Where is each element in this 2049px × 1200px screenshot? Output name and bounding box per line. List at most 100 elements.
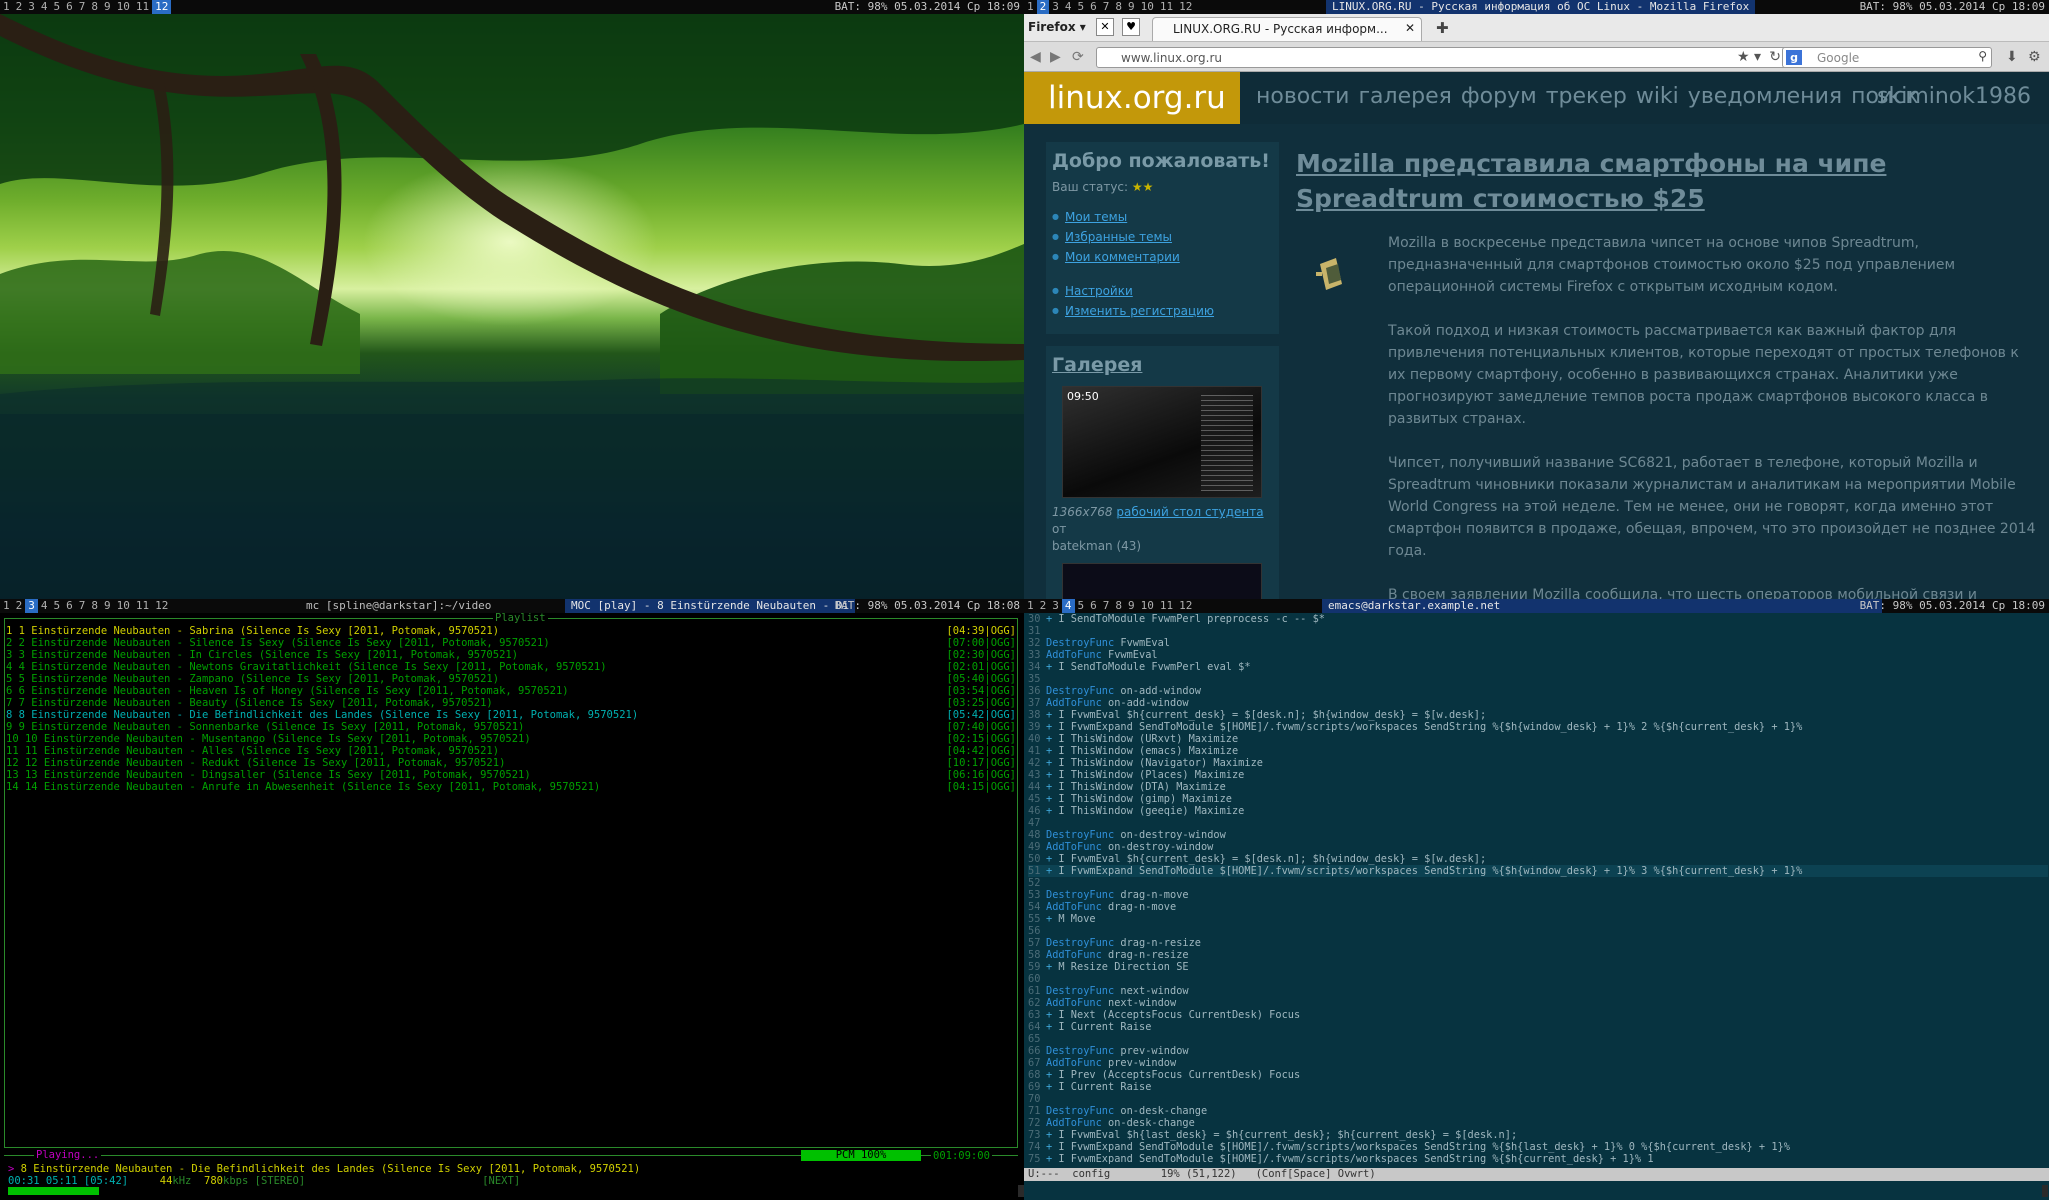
workspace-5[interactable]: 5 (1075, 0, 1088, 14)
playback-progress-bar[interactable] (8, 1187, 99, 1195)
workspace-12[interactable]: 12 (1176, 599, 1195, 613)
site-menu-item[interactable]: wiki (1636, 84, 1679, 109)
playlist-row[interactable]: 4 4 Einstürzende Neubauten - Newtons Gra… (6, 661, 1016, 673)
workspace-3[interactable]: 3 (25, 0, 38, 14)
playlist-row[interactable]: 12 12 Einstürzende Neubauten - Redukt (S… (6, 757, 1016, 769)
workspace-6[interactable]: 6 (1087, 0, 1100, 14)
workspace-7[interactable]: 7 (76, 599, 89, 613)
workspace-6[interactable]: 6 (63, 599, 76, 613)
playlist-row[interactable]: 6 6 Einstürzende Neubauten - Heaven Is o… (6, 685, 1016, 697)
workspace-12[interactable]: 12 (152, 0, 172, 14)
playlist-row[interactable]: 8 8 Einstürzende Neubauten - Die Befindl… (6, 709, 1016, 721)
gallery-title[interactable]: Галерея (1052, 354, 1273, 376)
workspace-9[interactable]: 9 (101, 0, 114, 14)
article-title[interactable]: Mozilla представила смартфоны на чипе Sp… (1296, 146, 2036, 216)
workspace-8[interactable]: 8 (88, 0, 101, 14)
reload-icon[interactable]: ⟳ (1072, 49, 1084, 65)
workspace-2[interactable]: 2 (1037, 599, 1050, 613)
workspace-5[interactable]: 5 (51, 0, 64, 14)
workspace-7[interactable]: 7 (1100, 599, 1113, 613)
playlist-row[interactable]: 13 13 Einstürzende Neubauten - Dingsalle… (6, 769, 1016, 781)
workspace-1[interactable]: 1 (0, 0, 13, 14)
workspace-3[interactable]: 3 (25, 599, 38, 613)
workspace-2[interactable]: 2 (1036, 0, 1050, 14)
download-arrow-icon[interactable]: ⬇ (2006, 49, 2018, 65)
google-engine-icon[interactable]: g (1786, 50, 1802, 65)
gallery-thumbnail[interactable]: 09:50 (1062, 386, 1262, 498)
sidebar-link[interactable]: Изменить регистрацию (1065, 304, 1214, 318)
gallery-thumbnail[interactable] (1062, 563, 1262, 599)
workspace-1[interactable]: 1 (0, 599, 13, 613)
workspace-3[interactable]: 3 (1049, 599, 1062, 613)
workspace-8[interactable]: 8 (88, 599, 101, 613)
workspace-4[interactable]: 4 (1061, 599, 1075, 613)
workspace-2[interactable]: 2 (13, 0, 26, 14)
pinned-tab-icon[interactable]: ✕ (1096, 18, 1114, 36)
workspace-10[interactable]: 10 (114, 0, 133, 14)
workspace-11[interactable]: 11 (1157, 0, 1176, 14)
workspace-10[interactable]: 10 (114, 599, 133, 613)
workspace-5[interactable]: 5 (1075, 599, 1088, 613)
window-title[interactable]: mc [spline@darkstar]:~/video (306, 599, 491, 613)
playlist-row[interactable]: 14 14 Einstürzende Neubauten - Anrufe in… (6, 781, 1016, 793)
sidebar-link[interactable]: Настройки (1065, 284, 1133, 298)
workspace-8[interactable]: 8 (1112, 599, 1125, 613)
workspace-12[interactable]: 12 (1176, 0, 1195, 14)
sidebar-link[interactable]: Избранные темы (1065, 230, 1172, 244)
workspace-7[interactable]: 7 (76, 0, 89, 14)
workspace-11[interactable]: 11 (1157, 599, 1176, 613)
workspace-5[interactable]: 5 (51, 599, 64, 613)
firefox-menu-button[interactable]: Firefox ▾ (1028, 20, 1086, 34)
back-arrow-icon[interactable]: ◀ (1030, 49, 1041, 65)
pinned-tab-icon[interactable]: ♥ (1122, 18, 1140, 36)
tab-linux-org-ru[interactable]: LINUX.ORG.RU - Русская информ... ✕ (1152, 17, 1422, 41)
sidebar-link[interactable]: Мои темы (1065, 210, 1127, 224)
workspace-7[interactable]: 7 (1100, 0, 1113, 14)
gallery-link[interactable]: рабочий стол студента (1116, 505, 1263, 519)
workspace-4[interactable]: 4 (38, 0, 51, 14)
workspace-8[interactable]: 8 (1112, 0, 1125, 14)
sidebar-link[interactable]: Мои комментарии (1065, 250, 1180, 264)
playlist-row[interactable]: 3 3 Einstürzende Neubauten - In Circles … (6, 649, 1016, 661)
search-icon[interactable]: ⚲ (1978, 49, 1987, 63)
workspace-12[interactable]: 12 (152, 599, 171, 613)
workspace-10[interactable]: 10 (1138, 0, 1157, 14)
bookmark-star-icon[interactable]: ★ ▾ (1737, 49, 1761, 65)
url-bar[interactable]: www.linux.org.ru ★ ▾ ↻ (1096, 47, 1790, 68)
workspace-4[interactable]: 4 (1062, 0, 1075, 14)
site-menu-item[interactable]: трекер (1546, 84, 1627, 109)
window-title[interactable]: emacs@darkstar.example.net (1322, 599, 1882, 613)
playlist-row[interactable]: 10 10 Einstürzende Neubauten - Musentang… (6, 733, 1016, 745)
addon-icon[interactable]: ⚙ (2028, 49, 2041, 65)
workspace-1[interactable]: 1 (1024, 0, 1037, 14)
playlist-row[interactable]: 11 11 Einstürzende Neubauten - Alles (Si… (6, 745, 1016, 757)
workspace-3[interactable]: 3 (1049, 0, 1062, 14)
site-logo[interactable]: linux.org.ru (1024, 72, 1240, 124)
playlist-row[interactable]: 1 1 Einstürzende Neubauten - Sabrina (Si… (6, 625, 1016, 637)
workspace-11[interactable]: 11 (133, 599, 152, 613)
workspace-11[interactable]: 11 (133, 0, 152, 14)
close-tab-icon[interactable]: ✕ (1405, 21, 1415, 35)
refresh-icon[interactable]: ↻ (1769, 49, 1781, 65)
workspace-9[interactable]: 9 (101, 599, 114, 613)
site-menu-item[interactable]: форум (1461, 84, 1537, 109)
workspace-9[interactable]: 9 (1125, 599, 1138, 613)
window-title[interactable]: LINUX.ORG.RU - Русская информация об ОС … (1326, 0, 1756, 14)
scrollbar[interactable] (1018, 1185, 1024, 1197)
playlist-row[interactable]: 2 2 Einstürzende Neubauten - Silence Is … (6, 637, 1016, 649)
forward-arrow-icon[interactable]: ▶ (1050, 49, 1061, 65)
workspace-9[interactable]: 9 (1125, 0, 1138, 14)
scrollbar[interactable] (2042, 1185, 2048, 1197)
site-menu-item[interactable]: новости (1256, 84, 1349, 109)
playlist-row[interactable]: 9 9 Einstürzende Neubauten - Sonnenbarke… (6, 721, 1016, 733)
username-link[interactable]: skiminok1986 (1877, 84, 2031, 109)
new-tab-icon[interactable]: ✚ (1436, 19, 1449, 37)
workspace-6[interactable]: 6 (63, 0, 76, 14)
workspace-2[interactable]: 2 (13, 599, 26, 613)
workspace-10[interactable]: 10 (1138, 599, 1157, 613)
active-window-title[interactable]: MOC [play] - 8 Einstürzende Neubauten - … (565, 599, 856, 613)
search-bar[interactable]: g Google ⚲ (1782, 47, 1992, 68)
workspace-4[interactable]: 4 (38, 599, 51, 613)
site-menu-item[interactable]: галерея (1358, 84, 1451, 109)
volume-indicator[interactable]: PCM 100% (801, 1150, 921, 1161)
